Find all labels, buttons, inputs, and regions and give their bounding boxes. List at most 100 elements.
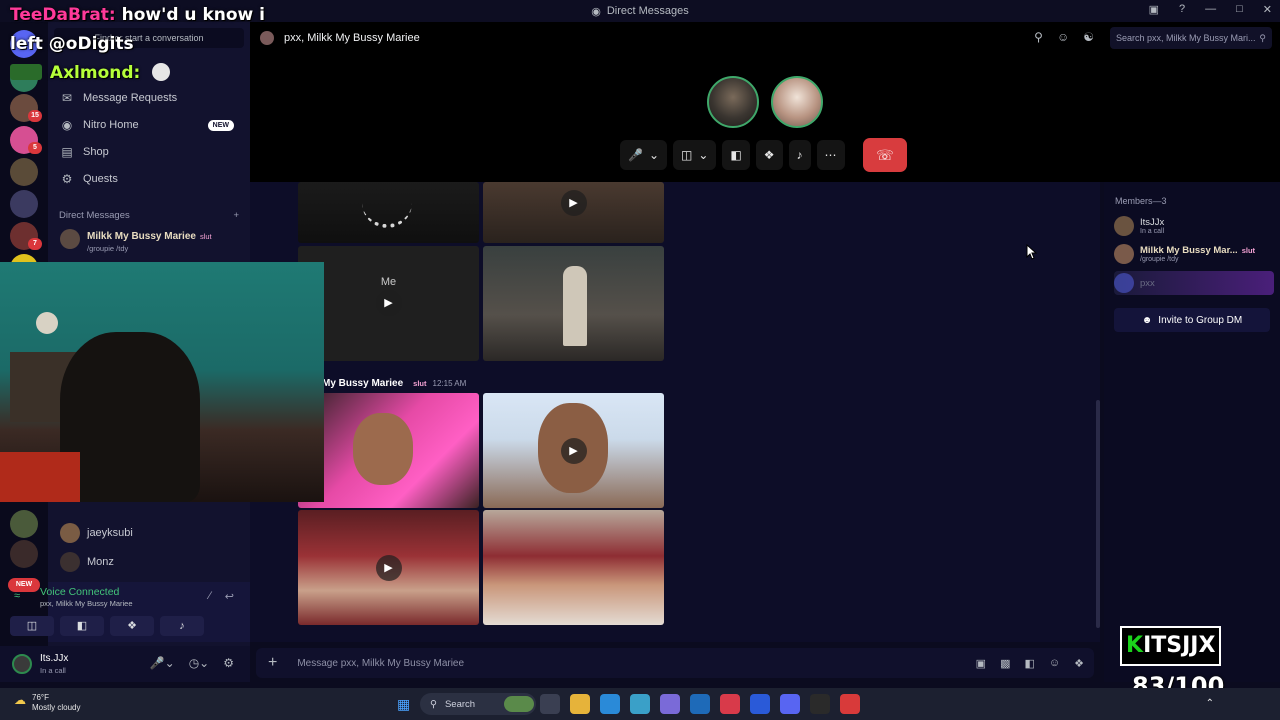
webcam-overlay (0, 262, 324, 502)
nav-shop[interactable]: ▤ Shop (54, 140, 244, 164)
app-icon[interactable] (750, 694, 770, 714)
unread-badge: 5 (28, 142, 42, 154)
server-icon[interactable] (10, 158, 38, 186)
dm-item[interactable]: jaeyksubi (54, 520, 244, 546)
app-icon[interactable] (840, 694, 860, 714)
add-friends-icon[interactable]: ☺ (1057, 30, 1069, 44)
microphone-icon[interactable]: 🎤⌄ (150, 656, 175, 670)
message-input[interactable]: Message pxx, Milkk My Bussy Mariee (297, 658, 464, 669)
user-status: In a call (40, 666, 66, 675)
username: Its.JJx (40, 653, 69, 664)
chevron-down-icon[interactable]: ⌄ (649, 148, 659, 162)
chat-scrollbar[interactable] (1096, 400, 1100, 628)
end-call-button[interactable]: ☏ (863, 138, 907, 172)
windows-taskbar: ☁ 76°F Mostly cloudy ▦ ⚲ Search ⌃ (0, 688, 1280, 720)
image-attachment[interactable] (483, 510, 664, 625)
play-icon[interactable]: ▶ (560, 437, 587, 464)
participant-avatar[interactable] (707, 76, 759, 128)
tag-badge: slut (199, 231, 212, 241)
member-list-icon[interactable]: ☯ (1083, 30, 1094, 44)
app-icon[interactable] (720, 694, 740, 714)
windows-start-icon[interactable]: ▦ (397, 696, 410, 713)
epic-games-icon[interactable] (810, 694, 830, 714)
dm-item[interactable]: Monz (54, 549, 244, 575)
gif-icon[interactable]: ▩ (1000, 657, 1010, 670)
search-input[interactable]: Search pxx, Milkk My Bussy Mari... ⚲ (1110, 27, 1272, 49)
minimize-button[interactable]: — (1205, 3, 1216, 16)
emoji-icon[interactable]: ☺ (1049, 657, 1060, 670)
nav-nitro-home[interactable]: ◉ Nitro Home NEW (54, 113, 244, 137)
nav-message-requests[interactable]: ✉ Message Requests (54, 86, 244, 110)
settings-gear-icon[interactable]: ⚙ (223, 656, 234, 670)
soundboard-button[interactable]: ♪ (788, 140, 811, 170)
screen-share-button[interactable]: ◧ (722, 140, 750, 170)
author-name[interactable]: My Bussy Mariee (322, 378, 403, 389)
edge-icon[interactable] (600, 694, 620, 714)
noise-suppression-icon[interactable]: ∕ (209, 590, 211, 603)
video-attachment[interactable]: ▶ (483, 393, 664, 508)
message-composer[interactable]: + Message pxx, Milkk My Bussy Mariee ▣ ▩… (256, 648, 1094, 678)
inbox-icon[interactable]: ▣ (1149, 3, 1159, 16)
server-icon[interactable] (10, 190, 38, 218)
image-attachment[interactable] (298, 393, 479, 508)
attach-plus-icon[interactable]: + (268, 654, 277, 672)
signal-icon[interactable]: ≈ (14, 590, 20, 602)
member-item[interactable]: Milkk My Bussy Mar... slut/groupie /tdy (1114, 242, 1274, 266)
unread-badge: 7 (28, 238, 42, 250)
tray-icons[interactable]: ⌃ (1206, 698, 1214, 709)
maximize-button[interactable]: □ (1236, 3, 1243, 16)
avatar (60, 229, 80, 249)
member-item[interactable]: pxx (1114, 271, 1274, 295)
nitro-icon: ◉ (61, 118, 73, 132)
task-view-icon[interactable] (540, 694, 560, 714)
avatar[interactable] (12, 654, 32, 674)
server-icon[interactable] (10, 540, 38, 568)
video-attachment[interactable] (298, 182, 479, 243)
member-item[interactable]: ItsJJx In a call (1114, 214, 1274, 238)
message-header: My Bussy Mariee slut 12:15 AM (322, 378, 466, 389)
gift-icon[interactable]: ▣ (976, 657, 986, 670)
play-icon[interactable]: ▶ (560, 190, 587, 216)
weather-widget[interactable]: ☁ 76°F Mostly cloudy (14, 693, 80, 713)
more-options-button[interactable]: ⋯ (816, 140, 845, 170)
create-dm-button[interactable]: + (233, 210, 239, 221)
discord-window: ◉ Direct Messages ▣ ? — □ ✕ 15 5 7 NEW F… (0, 0, 1280, 720)
video-attachment[interactable]: ▶ (298, 510, 479, 625)
soundboard-button[interactable]: ♪ (160, 616, 204, 636)
play-icon[interactable]: ▶ (375, 290, 402, 316)
apps-icon[interactable]: ❖ (1074, 657, 1084, 670)
invite-to-group-button[interactable]: ☻ Invite to Group DM (1114, 308, 1270, 332)
play-icon[interactable]: ▶ (375, 554, 402, 581)
file-explorer-icon[interactable] (570, 694, 590, 714)
image-attachment[interactable] (483, 246, 664, 361)
store-icon[interactable] (690, 694, 710, 714)
stream-chat-line: left @oDigits (10, 34, 134, 54)
chevron-down-icon[interactable]: ⌄ (698, 148, 708, 162)
discord-taskbar-icon[interactable] (780, 694, 800, 714)
screen-share-button[interactable]: ◧ (60, 616, 104, 636)
camera-off-button[interactable]: ◫ (10, 616, 54, 636)
voice-status: Voice Connected (40, 586, 120, 598)
dm-item[interactable]: Milkk My Bussy Mariee slut /groupie /tdy (54, 226, 244, 253)
app-icon[interactable] (630, 694, 650, 714)
activities-button[interactable]: ❖ (755, 140, 783, 170)
avatar (60, 523, 80, 543)
headphones-icon[interactable]: ◷⌄ (189, 656, 210, 670)
participant-avatar[interactable] (771, 76, 823, 128)
mute-button[interactable]: 🎤 ⌄ (620, 140, 668, 170)
pin-icon[interactable]: ⚲ (1034, 30, 1043, 44)
help-icon[interactable]: ? (1179, 3, 1185, 16)
nav-quests[interactable]: ⚙ Quests (54, 167, 244, 191)
taskbar-search[interactable]: ⚲ Search (420, 693, 536, 715)
server-icon[interactable] (10, 510, 38, 538)
close-button[interactable]: ✕ (1263, 3, 1272, 16)
camera-button[interactable]: ◫ ⌄ (673, 140, 717, 170)
search-icon: ⚲ (430, 698, 437, 710)
video-attachment[interactable]: ▶ (483, 182, 664, 243)
video-attachment[interactable]: Me ▶ (298, 246, 479, 361)
activities-button[interactable]: ❖ (110, 616, 154, 636)
app-icon[interactable] (660, 694, 680, 714)
sticker-icon[interactable]: ◧ (1024, 657, 1034, 670)
disconnect-icon[interactable]: ↩ (225, 590, 234, 603)
avatar (1114, 244, 1134, 264)
